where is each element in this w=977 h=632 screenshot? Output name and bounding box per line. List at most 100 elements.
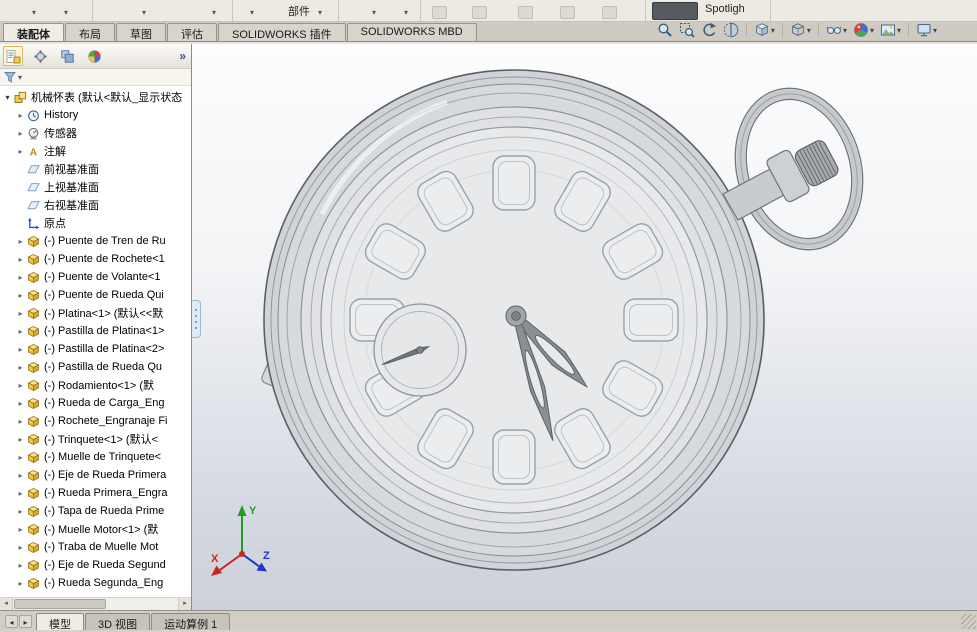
tree-item-part[interactable]: (-) Puente de Rueda Qui: [0, 286, 191, 304]
expander-icon[interactable]: [15, 471, 26, 480]
scroll-right-button[interactable]: ▸: [178, 598, 191, 610]
tree-item-annotations[interactable]: 注解: [0, 142, 191, 160]
tree-item-part[interactable]: (-) Eje de Rueda Segund: [0, 556, 191, 574]
tree-item-part[interactable]: (-) Puente de Tren de Ru: [0, 232, 191, 250]
tree-item-part[interactable]: (-) Puente de Rochete<1: [0, 250, 191, 268]
tree-item-part[interactable]: (-) Muelle de Trinquete<: [0, 448, 191, 466]
expander-icon[interactable]: [15, 561, 26, 570]
tree-item-part[interactable]: (-) Pastilla de Platina<2>: [0, 340, 191, 358]
tree-item-assembly[interactable]: 机械怀表 (默认<默认_显示状态: [0, 88, 191, 106]
panel-tab-pt-features[interactable]: [3, 46, 23, 66]
expander-icon[interactable]: [15, 147, 26, 156]
view-tool-section-view[interactable]: [721, 21, 741, 39]
panel-splitter-handle[interactable]: [192, 300, 201, 338]
command-tab[interactable]: SOLIDWORKS MBD: [346, 23, 477, 41]
panel-tab-pt-properties[interactable]: [30, 46, 50, 66]
expander-icon[interactable]: [15, 453, 26, 462]
tree-item-part[interactable]: (-) Rodamiento<1> (默: [0, 376, 191, 394]
orientation-triad[interactable]: Y X Z: [208, 498, 286, 584]
dropdown-caret-icon[interactable]: ▾: [32, 8, 36, 17]
dropdown-caret-icon[interactable]: ▾: [318, 8, 322, 17]
expander-icon[interactable]: [15, 255, 26, 264]
tab-scroll-left-button[interactable]: ◂: [5, 615, 18, 628]
tree-item-part[interactable]: (-) Muelle Motor<1> (默: [0, 520, 191, 538]
expander-icon[interactable]: [15, 363, 26, 372]
tree-item-part[interactable]: (-) Rueda Primera_Engra: [0, 484, 191, 502]
expander-icon[interactable]: [15, 273, 26, 282]
expander-icon[interactable]: [15, 327, 26, 336]
expander-icon[interactable]: [15, 417, 26, 426]
tree-item-icon: [28, 235, 39, 247]
expander-icon[interactable]: [2, 93, 13, 102]
dropdown-caret-icon[interactable]: ▾: [142, 8, 146, 17]
view-tool-hide-show[interactable]: ▾: [824, 21, 849, 39]
command-tab[interactable]: 装配体: [3, 23, 64, 41]
tree-item-plane[interactable]: 上视基准面: [0, 178, 191, 196]
expander-icon[interactable]: [15, 345, 26, 354]
view-tool-previous-view[interactable]: [699, 21, 719, 39]
clipped-toolbar-icon: [432, 6, 447, 19]
tree-item-origin[interactable]: 原点: [0, 214, 191, 232]
document-tab[interactable]: 模型: [36, 613, 84, 631]
view-tool-appearance[interactable]: ▾: [851, 21, 876, 39]
pressed-toolbar-button[interactable]: [652, 2, 698, 20]
expander-icon[interactable]: [15, 399, 26, 408]
expander-icon[interactable]: [15, 489, 26, 498]
tree-item-plane[interactable]: 右视基准面: [0, 196, 191, 214]
view-tool-view-settings[interactable]: ▾: [914, 21, 939, 39]
dropdown-caret-icon[interactable]: ▾: [372, 8, 376, 17]
expander-icon[interactable]: [15, 237, 26, 246]
panel-overflow-chevrons[interactable]: »: [179, 49, 186, 63]
expander-icon[interactable]: [15, 129, 26, 138]
tree-item-sensors[interactable]: 传感器: [0, 124, 191, 142]
view-tool-display-style[interactable]: ▾: [788, 21, 813, 39]
command-tab[interactable]: 布局: [65, 23, 115, 41]
scrollbar-thumb[interactable]: [14, 599, 106, 609]
expander-icon[interactable]: [15, 435, 26, 444]
tab-scroll-right-button[interactable]: ▸: [19, 615, 32, 628]
expander-icon[interactable]: [15, 291, 26, 300]
tree-horizontal-scrollbar[interactable]: ◂ ▸: [0, 597, 191, 610]
expander-icon[interactable]: [15, 111, 26, 120]
panel-tab-pt-configurations[interactable]: [57, 46, 77, 66]
document-tab[interactable]: 3D 视图: [85, 613, 151, 631]
tree-item-part[interactable]: (-) Pastilla de Platina<1>: [0, 322, 191, 340]
tree-item-part[interactable]: (-) Tapa de Rueda Prime: [0, 502, 191, 520]
filter-icon[interactable]: [4, 71, 16, 83]
expander-icon[interactable]: [15, 507, 26, 516]
command-tab[interactable]: 评估: [167, 23, 217, 41]
dropdown-caret-icon[interactable]: ▾: [404, 8, 408, 17]
panel-tab-pt-display[interactable]: [84, 46, 104, 66]
filter-caret-icon[interactable]: ▾: [18, 73, 22, 82]
tree-item-part[interactable]: (-) Trinquete<1> (默认<: [0, 430, 191, 448]
dropdown-caret-icon[interactable]: ▾: [250, 8, 254, 17]
tree-item-part[interactable]: (-) Puente de Volante<1: [0, 268, 191, 286]
tree-item-part[interactable]: (-) Platina<1> (默认<<默: [0, 304, 191, 322]
expander-icon[interactable]: [15, 309, 26, 318]
expander-icon[interactable]: [15, 525, 26, 534]
view-tool-scene[interactable]: ▾: [878, 21, 903, 39]
command-tab[interactable]: SOLIDWORKS 插件: [218, 23, 346, 41]
tree-item-part[interactable]: (-) Traba de Muelle Mot: [0, 538, 191, 556]
tree-item-label: (-) Puente de Tren de Ru: [44, 235, 166, 247]
expander-icon[interactable]: [15, 381, 26, 390]
tree-item-part[interactable]: (-) Rueda de Carga_Eng: [0, 394, 191, 412]
components-group-label[interactable]: 部件: [288, 3, 310, 19]
tree-item-history[interactable]: History: [0, 106, 191, 124]
expander-icon[interactable]: [15, 579, 26, 588]
expander-icon[interactable]: [15, 543, 26, 552]
tree-item-part[interactable]: (-) Rochete_Engranaje Fi: [0, 412, 191, 430]
graphics-viewport[interactable]: Y X Z: [192, 44, 977, 610]
tree-item-part[interactable]: (-) Rueda Segunda_Eng: [0, 574, 191, 592]
scroll-left-button[interactable]: ◂: [0, 598, 13, 610]
view-tool-view-orientation[interactable]: ▾: [752, 21, 777, 39]
dropdown-caret-icon[interactable]: ▾: [212, 8, 216, 17]
command-tab[interactable]: 草图: [116, 23, 166, 41]
dropdown-caret-icon[interactable]: ▾: [64, 8, 68, 17]
document-tab[interactable]: 运动算例 1: [151, 613, 231, 631]
tree-item-part[interactable]: (-) Pastilla de Rueda Qu: [0, 358, 191, 376]
view-tool-zoom-fit[interactable]: [655, 21, 675, 39]
view-tool-zoom-area[interactable]: [677, 21, 697, 39]
tree-item-plane[interactable]: 前视基准面: [0, 160, 191, 178]
tree-item-part[interactable]: (-) Eje de Rueda Primera: [0, 466, 191, 484]
